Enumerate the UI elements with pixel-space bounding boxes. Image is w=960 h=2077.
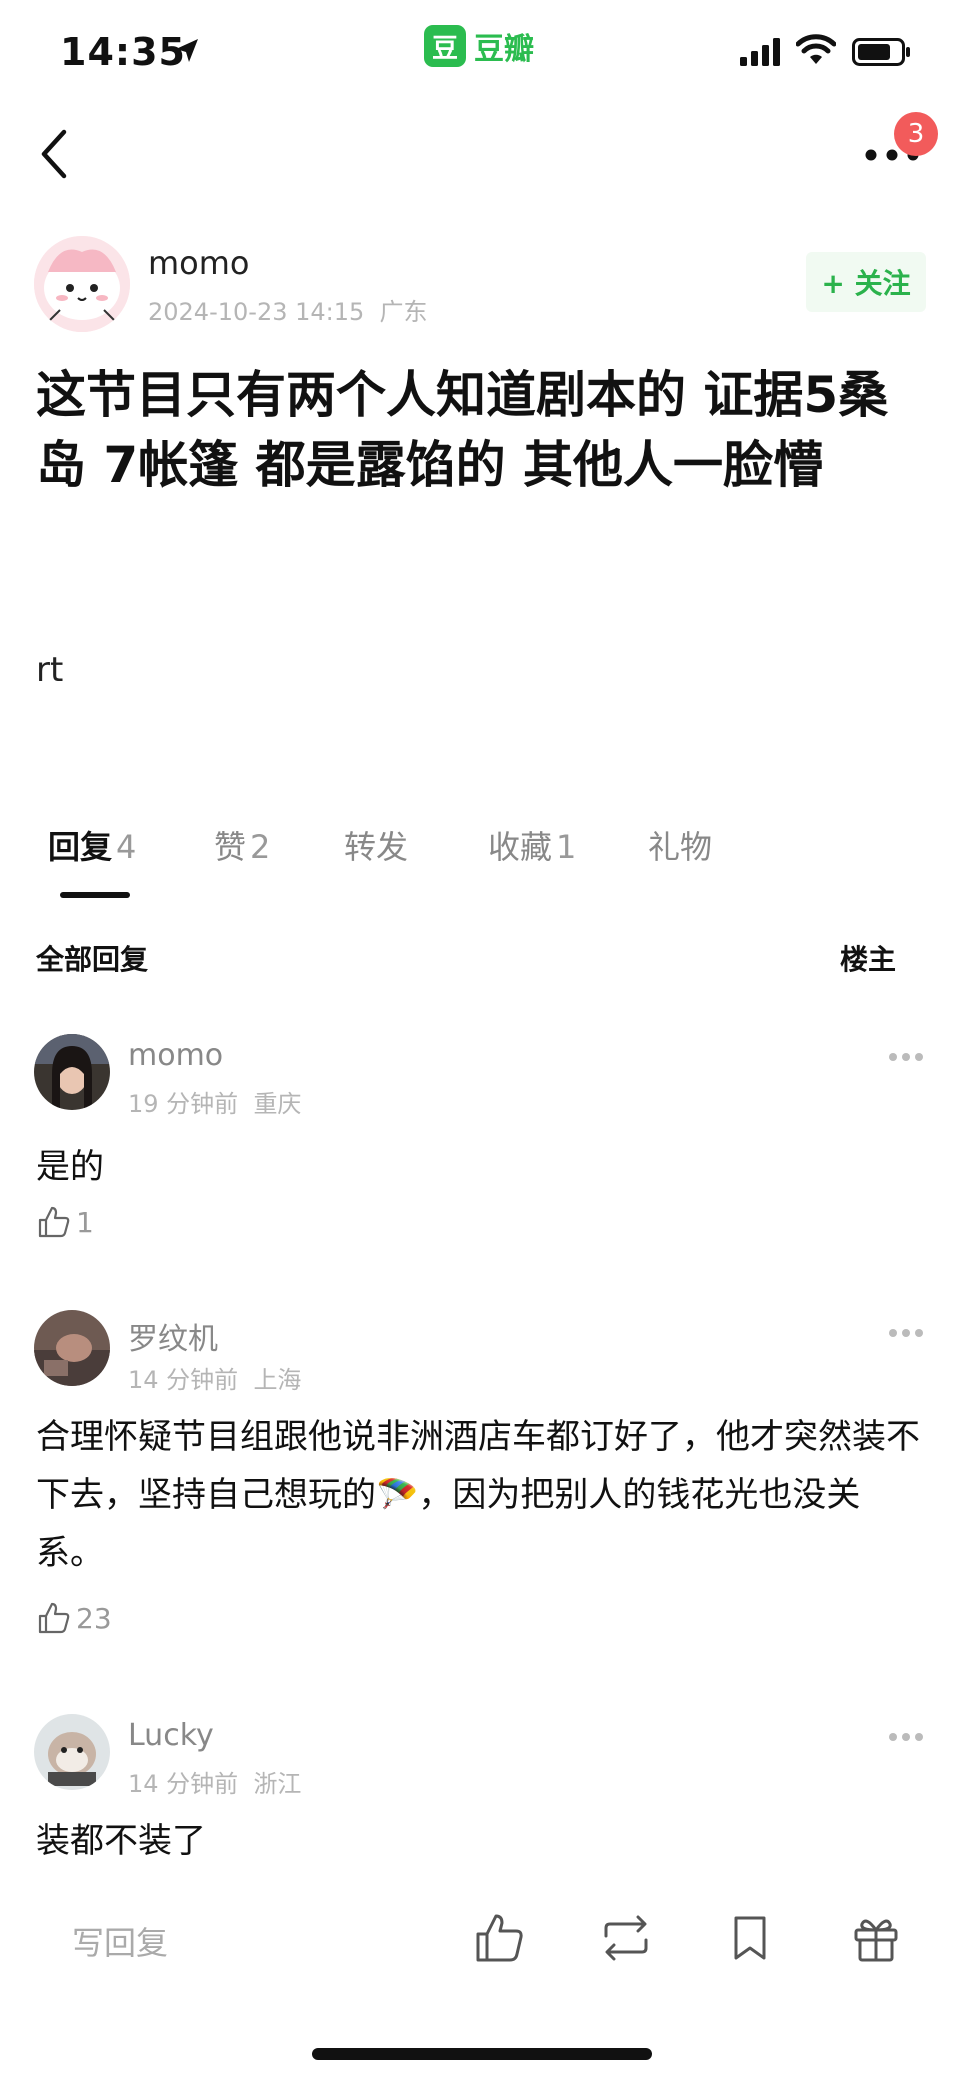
post-title: 这节目只有两个人知道剧本的 证据5桑岛 7帐篷 都是露馅的 其他人一脸懵 [36,366,889,494]
wifi-icon [796,34,836,64]
comment-time: 19 分钟前 [128,1090,239,1118]
battery-icon [852,38,910,66]
post-tabs: 回复 4 赞2 转发 收藏 1 礼物 [48,822,908,902]
bottom-action-bar: 写回复 [0,1896,960,1986]
thumbs-up-icon [38,1602,70,1634]
commenter-avatar-image [34,1310,110,1386]
tab-label: 赞 [214,828,247,866]
tab-count: 4 [116,828,137,866]
comment-meta: 14 分钟前 上海 [128,1360,301,1395]
filter-op-only[interactable]: 楼主 [840,938,896,978]
commenter-avatar-image [34,1034,110,1110]
tab-count: 1 [556,828,577,866]
comment-meta: 19 分钟前 重庆 [128,1084,301,1119]
cellular-signal-icon [740,38,780,66]
comment-time: 14 分钟前 [128,1366,239,1394]
repost-icon[interactable] [598,1910,654,1966]
tab-label: 收藏 [488,828,553,866]
comment-more-icon[interactable] [888,1732,924,1742]
author-avatar[interactable] [34,236,130,332]
comment-like-count: 23 [76,1601,112,1635]
commenter-avatar[interactable] [34,1310,110,1386]
commenter-name[interactable]: momo [128,1038,223,1073]
author-avatar-image [34,236,130,332]
tab-replies[interactable]: 回复 4 [48,822,136,868]
comment-like-count: 1 [76,1205,94,1239]
comment-text: 装都不装了 [36,1821,206,1861]
app-name: 豆瓣 [474,32,534,67]
bookmark-icon[interactable] [722,1910,778,1966]
comment-location: 上海 [253,1366,302,1394]
post-location: 广东 [379,298,428,326]
active-tab-indicator [60,892,130,898]
comment-location: 重庆 [253,1090,302,1118]
author-name[interactable]: momo [148,244,250,282]
location-arrow-icon [176,39,198,62]
comment-time: 14 分钟前 [128,1770,239,1798]
reply-input[interactable]: 写回复 [72,1918,168,1964]
tab-label: 回复 [48,828,113,866]
status-bar: 14:35 豆 豆瓣 [0,0,960,100]
post-datetime: 2024-10-23 14:15 [148,298,365,326]
follow-button[interactable]: + 关注 [806,252,926,312]
post-meta: 2024-10-23 14:15 广东 [148,292,428,327]
filter-all-replies[interactable]: 全部回复 [36,938,148,978]
comment-text: 合理怀疑节目组跟他说非洲酒店车都订好了，他才突然装不下去，坚持自己想玩的🪂，因为… [36,1417,920,1573]
notification-badge[interactable]: 3 [894,112,938,156]
tab-gifts[interactable]: 礼物 [648,822,716,868]
status-time: 14:35 [60,30,186,74]
comment-more-icon[interactable] [888,1052,924,1062]
tab-reposts[interactable]: 转发 [344,822,412,868]
comment-location: 浙江 [253,1770,302,1798]
tab-count: 2 [250,828,271,866]
comment-more-icon[interactable] [888,1328,924,1338]
comment-like-button[interactable]: 23 [36,1600,112,1636]
tab-collections[interactable]: 收藏 1 [488,822,576,868]
commenter-name[interactable]: 罗纹机 [128,1314,218,1358]
home-indicator [312,2048,652,2060]
douban-logo-icon: 豆 [424,25,466,67]
comment-meta: 14 分钟前 浙江 [128,1764,301,1799]
comment-like-button[interactable]: 1 [36,1204,94,1240]
tab-label: 转发 [344,828,409,866]
commenter-avatar-image [34,1714,110,1790]
tab-likes[interactable]: 赞2 [214,822,270,868]
thumbs-up-icon [38,1206,70,1238]
post-body: rt [36,650,64,690]
commenter-avatar[interactable] [34,1714,110,1790]
thumbs-up-icon[interactable] [472,1910,528,1966]
app-badge: 豆 豆瓣 [424,24,534,68]
comment-text: 是的 [36,1147,104,1187]
commenter-name[interactable]: Lucky [128,1718,214,1753]
tab-label: 礼物 [648,828,713,866]
back-arrow-icon[interactable] [34,128,74,180]
gift-icon[interactable] [848,1910,904,1966]
commenter-avatar[interactable] [34,1034,110,1110]
